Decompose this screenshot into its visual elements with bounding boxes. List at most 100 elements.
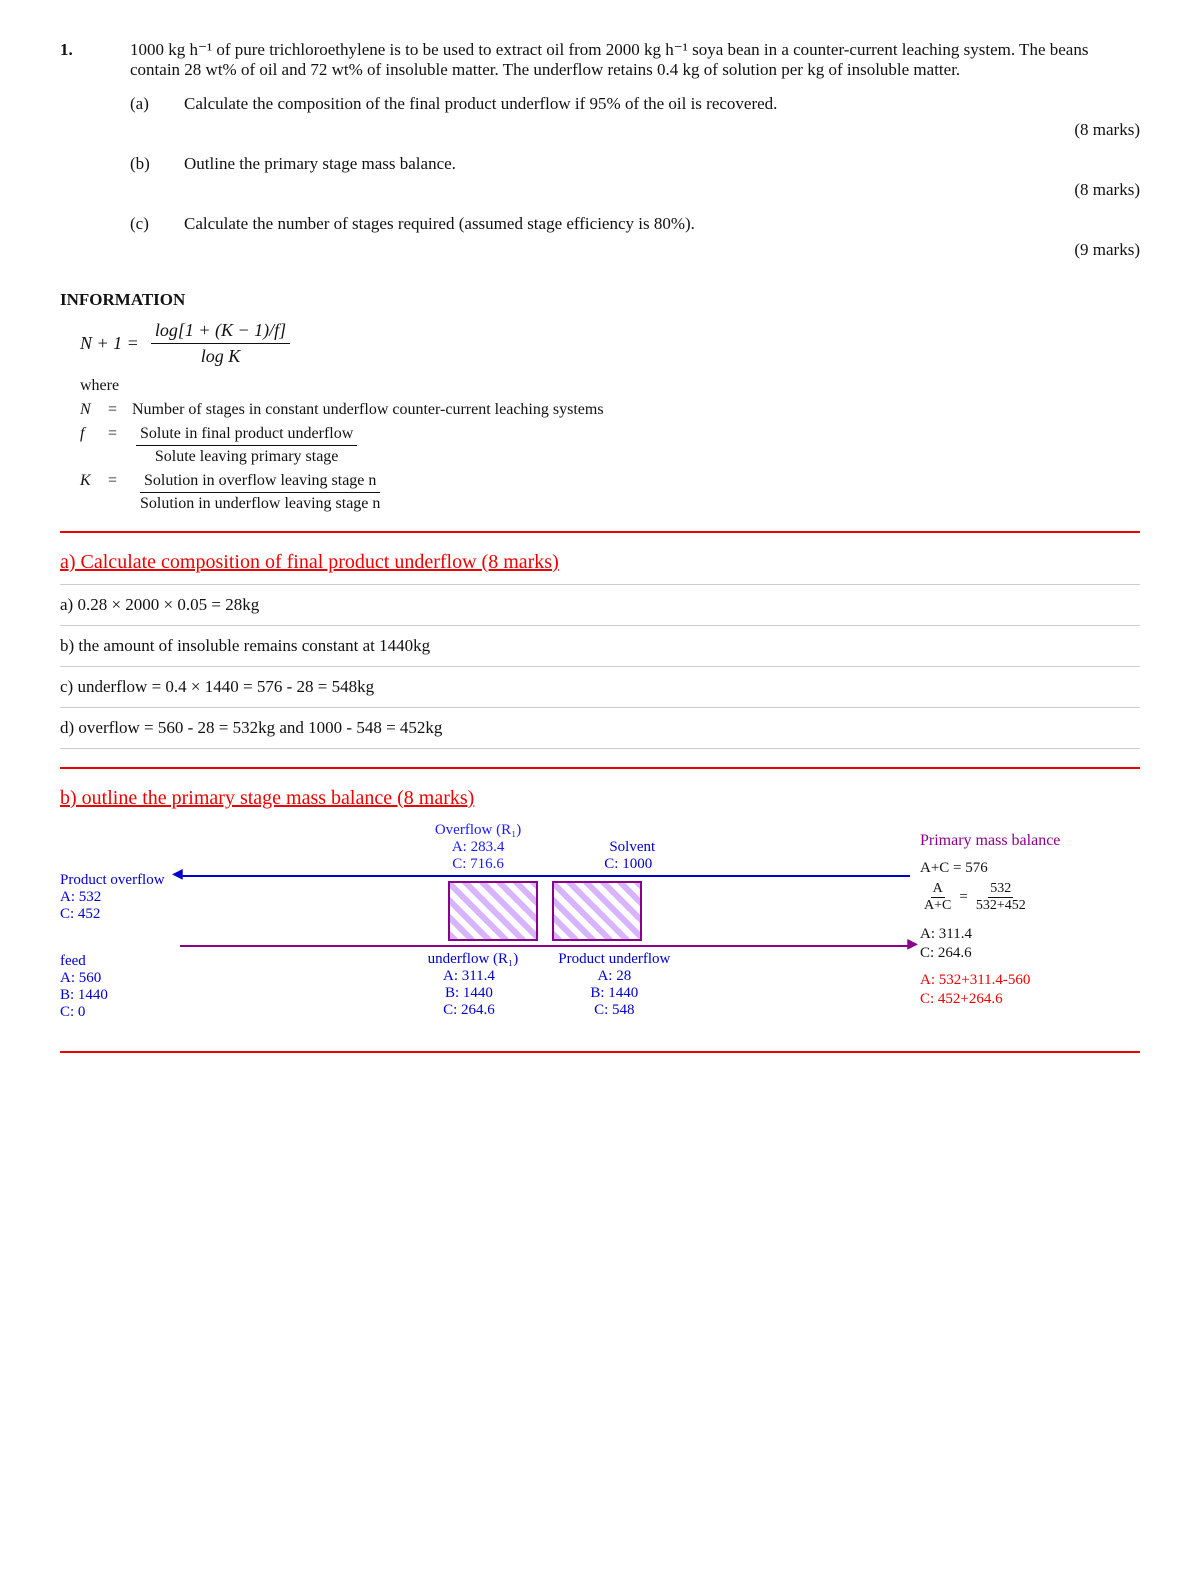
def-var-N: N [80, 401, 100, 419]
product-underflow-C: C: 548 [558, 1002, 670, 1019]
overflow-A: A: 283.4 [435, 839, 521, 856]
formula-block: N + 1 = log[1 + (K − 1)/f] log K [80, 320, 1140, 367]
answer-step-a: a) 0.28 × 2000 × 0.05 = 28kg [60, 595, 1140, 615]
boxes-row [446, 879, 644, 943]
def-K-numerator: Solution in overflow leaving stage n [140, 472, 380, 493]
pmb-line3A: A: 311.4 [920, 926, 1140, 943]
def-f-numerator: Solute in final product underflow [136, 425, 357, 446]
answer-a-heading: a) Calculate composition of final produc… [60, 551, 1140, 574]
pmb-frac-lhs-num: A [931, 881, 945, 898]
underflow-A: A: 311.4 [420, 968, 519, 985]
pmb-line3C: C: 264.6 [920, 945, 1140, 962]
question-text: 1000 kg h⁻¹ of pure trichloroethylene is… [130, 40, 1140, 80]
center-column: Overflow (R₁) A: 283.4 C: 716.6 Solvent … [180, 822, 910, 1019]
formula-line: N + 1 = log[1 + (K − 1)/f] log K [80, 320, 1140, 367]
info-section: INFORMATION N + 1 = log[1 + (K − 1)/f] l… [60, 290, 1140, 513]
right-column: Primary mass balance A+C = 576 A A+C = 5… [920, 822, 1140, 1010]
sub-label-c: (c) [130, 214, 166, 260]
def-f: f = Solute in final product underflow So… [80, 425, 1140, 466]
underflow-label: underflow (R₁) [428, 951, 519, 968]
pmb-line1: A+C = 576 [920, 860, 1140, 877]
def-K-denominator: Solution in underflow leaving stage n [136, 493, 384, 513]
marks-a: (8 marks) [184, 120, 1140, 140]
def-var-f: f [80, 425, 100, 443]
where-label: where [80, 377, 1140, 395]
product-underflow-label: Product underflow [558, 951, 670, 968]
formula-denominator: log K [197, 344, 245, 367]
product-underflow-A: A: 28 [558, 968, 670, 985]
divider-2 [60, 767, 1140, 769]
section-divider-5 [60, 748, 1140, 749]
pmb-frac-rhs-den: 532+452 [974, 898, 1028, 914]
section-divider-3 [60, 666, 1140, 667]
sub-body-c: Calculate the number of stages required … [184, 214, 1140, 260]
underflow-block: underflow (R₁) A: 311.4 B: 1440 C: 264.6 [420, 951, 519, 1019]
feed-B: B: 1440 [60, 987, 170, 1004]
def-fraction-f: Solute in final product underflow Solute… [136, 425, 357, 466]
marks-c: (9 marks) [184, 240, 1140, 260]
stage-box-2 [552, 881, 642, 941]
sub-text-c: Calculate the number of stages required … [184, 214, 695, 233]
answer-step-d: d) overflow = 560 - 28 = 532kg and 1000 … [60, 718, 1140, 738]
section-divider-4 [60, 707, 1140, 708]
formula-numerator: log[1 + (K − 1)/f] [151, 320, 290, 344]
solvent-block: Solvent C: 1000 [601, 839, 655, 873]
divider-1 [60, 531, 1140, 533]
product-underflow-B: B: 1440 [558, 985, 670, 1002]
pmb-frac-rhs: 532 532+452 [974, 881, 1028, 914]
def-eq-f: = [108, 425, 124, 443]
primary-mass-balance-title: Primary mass balance [920, 832, 1140, 850]
pmb-frac-rhs-num: 532 [988, 881, 1013, 898]
feed-C: C: 0 [60, 1004, 170, 1021]
subquestion-b: (b) Outline the primary stage mass balan… [130, 154, 1140, 200]
def-var-K: K [80, 472, 100, 490]
product-underflow-block: Product underflow A: 28 B: 1440 C: 548 [558, 951, 670, 1019]
pmb-eq: = [959, 889, 967, 906]
subquestion-a: (a) Calculate the composition of the fin… [130, 94, 1140, 140]
question-number: 1. [60, 40, 110, 260]
answer-b-heading: b) outline the primary stage mass balanc… [60, 787, 1140, 810]
def-f-denominator: Solute leaving primary stage [151, 446, 343, 466]
sub-text-a: Calculate the composition of the final p… [184, 94, 777, 113]
question-body: 1000 kg h⁻¹ of pure trichloroethylene is… [130, 40, 1140, 260]
feed-label: feed [60, 953, 170, 970]
left-column: Product overflow A: 532 C: 452 feed A: 5… [60, 822, 170, 1021]
solvent-label: Solvent [609, 839, 655, 856]
sub-text-b: Outline the primary stage mass balance. [184, 154, 456, 173]
section-divider-2 [60, 625, 1140, 626]
question-block: 1. 1000 kg h⁻¹ of pure trichloroethylene… [60, 40, 1140, 260]
overflow-label: Overflow (R₁) [435, 822, 521, 839]
section-divider-1 [60, 584, 1140, 585]
formula-lhs: N + 1 = [80, 333, 139, 354]
def-fraction-K: Solution in overflow leaving stage n Sol… [136, 472, 384, 513]
pmb-line2: A A+C = 532 532+452 [920, 881, 1140, 914]
product-overflow-C: C: 452 [60, 906, 170, 923]
pmb-frac-lhs: A A+C [922, 881, 953, 914]
subquestion-c: (c) Calculate the number of stages requi… [130, 214, 1140, 260]
stage-box-1 [448, 881, 538, 941]
pmb-line4A: A: 532+311.4-560 [920, 972, 1140, 989]
sub-label-b: (b) [130, 154, 166, 200]
pmb-line4C: C: 452+264.6 [920, 991, 1140, 1008]
sub-body-a: Calculate the composition of the final p… [184, 94, 1140, 140]
feed-A: A: 560 [60, 970, 170, 987]
marks-b: (8 marks) [184, 180, 1140, 200]
answer-step-b: b) the amount of insoluble remains const… [60, 636, 1140, 656]
answer-step-c: c) underflow = 0.4 × 1440 = 576 - 28 = 5… [60, 677, 1140, 697]
product-overflow-A: A: 532 [60, 889, 170, 906]
info-title: INFORMATION [60, 290, 1140, 310]
where-block: where N = Number of stages in constant u… [80, 377, 1140, 513]
underflow-B: B: 1440 [420, 985, 519, 1002]
sub-label-a: (a) [130, 94, 166, 140]
def-N: N = Number of stages in constant underfl… [80, 401, 1140, 419]
solvent-C: C: 1000 [601, 856, 655, 873]
diagram-section: Product overflow A: 532 C: 452 feed A: 5… [60, 822, 1140, 1021]
underflow-C: C: 264.6 [420, 1002, 519, 1019]
divider-final [60, 1051, 1140, 1053]
formula-fraction: log[1 + (K − 1)/f] log K [151, 320, 290, 367]
def-eq-N: = [108, 401, 124, 419]
overflow-r1-block: Overflow (R₁) A: 283.4 C: 716.6 [435, 822, 521, 873]
product-overflow-label: Product overflow [60, 872, 170, 889]
pmb-frac-lhs-den: A+C [922, 898, 953, 914]
sub-body-b: Outline the primary stage mass balance. … [184, 154, 1140, 200]
